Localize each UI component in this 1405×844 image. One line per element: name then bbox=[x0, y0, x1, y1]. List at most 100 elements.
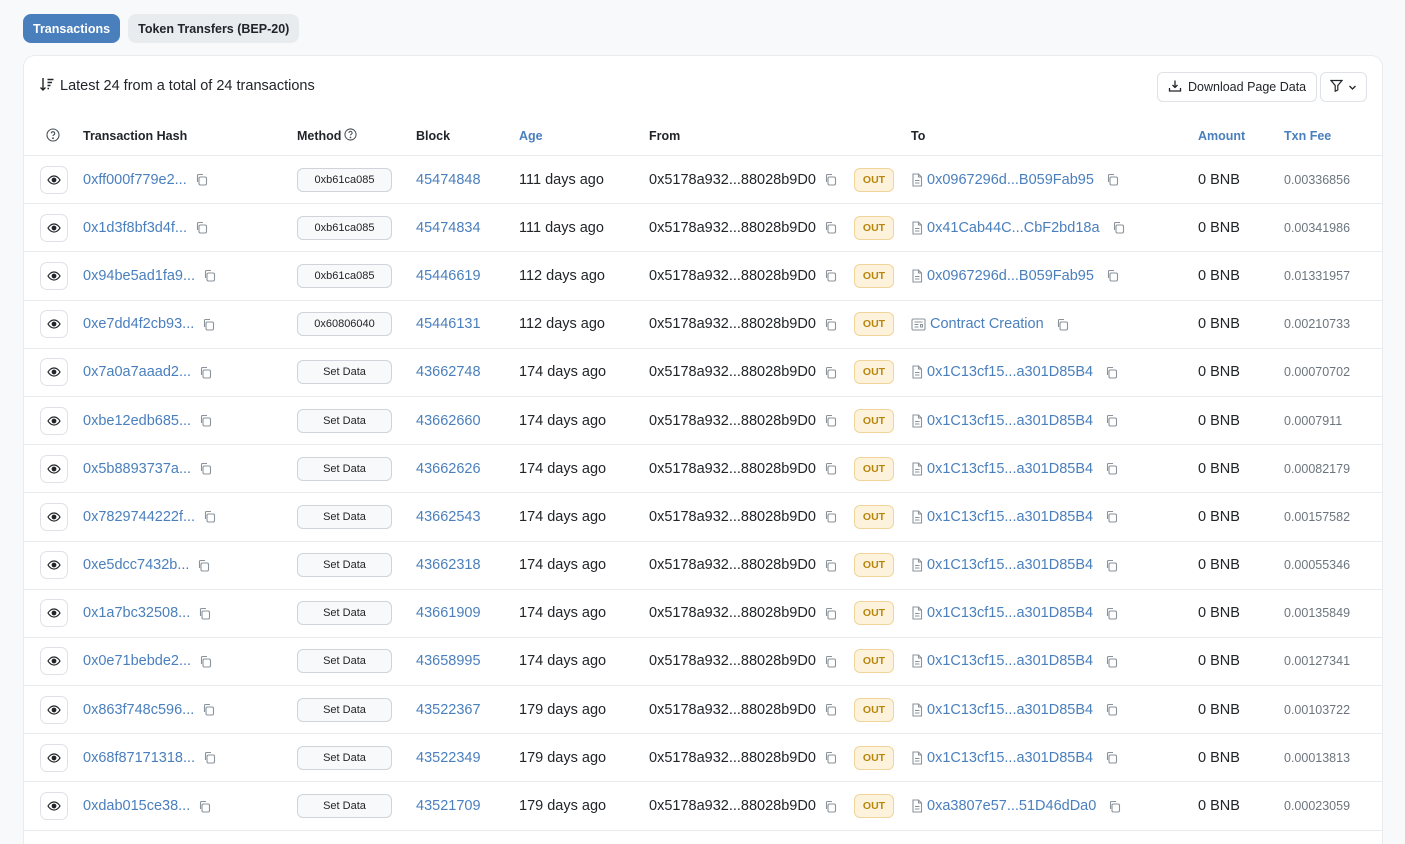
block-link[interactable]: 43521709 bbox=[416, 782, 481, 829]
tab-token-transfers[interactable]: Token Transfers (BEP-20) bbox=[128, 14, 300, 43]
block-link[interactable]: 43658995 bbox=[416, 638, 481, 685]
copy-icon[interactable] bbox=[198, 607, 211, 620]
to-address-link[interactable]: 0x0967296d...B059Fab95 bbox=[927, 172, 1094, 188]
to-address-link[interactable]: 0x1C13cf15...a301D85B4 bbox=[927, 605, 1093, 621]
col-txn-fee[interactable]: Txn Fee bbox=[1284, 129, 1331, 143]
copy-icon[interactable] bbox=[1056, 318, 1069, 331]
copy-icon[interactable] bbox=[824, 800, 837, 813]
copy-icon[interactable] bbox=[824, 655, 837, 668]
copy-icon[interactable] bbox=[1105, 607, 1118, 620]
txn-hash-link[interactable]: 0x94be5ad1fa9... bbox=[83, 268, 195, 284]
filter-dropdown-button[interactable] bbox=[1320, 72, 1367, 102]
txn-hash-link[interactable]: 0x863f748c596... bbox=[83, 702, 194, 718]
copy-icon[interactable] bbox=[199, 655, 212, 668]
copy-icon[interactable] bbox=[824, 462, 837, 475]
eye-icon[interactable] bbox=[40, 647, 68, 676]
eye-icon[interactable] bbox=[40, 743, 68, 772]
copy-icon[interactable] bbox=[203, 751, 216, 764]
txn-hash-link[interactable]: 0x68f87171318... bbox=[83, 750, 195, 766]
copy-icon[interactable] bbox=[824, 607, 837, 620]
eye-icon[interactable] bbox=[40, 695, 68, 724]
block-link[interactable]: 43662318 bbox=[416, 542, 481, 589]
txn-hash-link[interactable]: 0xbe12edb685... bbox=[83, 413, 191, 429]
to-address-link[interactable]: 0x1C13cf15...a301D85B4 bbox=[927, 557, 1093, 573]
copy-icon[interactable] bbox=[1105, 462, 1118, 475]
copy-icon[interactable] bbox=[824, 318, 837, 331]
col-age[interactable]: Age bbox=[519, 129, 543, 143]
block-link[interactable]: 43662543 bbox=[416, 493, 481, 540]
copy-icon[interactable] bbox=[195, 173, 208, 186]
txn-hash-link[interactable]: 0x7a0a7aaad2... bbox=[83, 364, 191, 380]
txn-hash-link[interactable]: 0x1a7bc32508... bbox=[83, 605, 190, 621]
block-link[interactable]: 43522367 bbox=[416, 686, 481, 733]
copy-icon[interactable] bbox=[1105, 751, 1118, 764]
download-page-data-button[interactable]: Download Page Data bbox=[1157, 72, 1318, 102]
eye-icon[interactable] bbox=[40, 454, 68, 483]
copy-icon[interactable] bbox=[197, 559, 210, 572]
copy-icon[interactable] bbox=[203, 269, 216, 283]
to-address-link[interactable]: 0x1C13cf15...a301D85B4 bbox=[927, 509, 1093, 525]
copy-icon[interactable] bbox=[824, 414, 837, 427]
method-help-icon[interactable] bbox=[344, 128, 358, 144]
copy-icon[interactable] bbox=[1106, 173, 1119, 186]
info-help-icon[interactable] bbox=[46, 128, 60, 145]
block-link[interactable]: 45474834 bbox=[416, 204, 481, 251]
txn-hash-link[interactable]: 0x0e71bebde2... bbox=[83, 653, 191, 669]
copy-icon[interactable] bbox=[824, 221, 837, 234]
txn-hash-link[interactable]: 0x7829744222f... bbox=[83, 509, 195, 525]
copy-icon[interactable] bbox=[199, 366, 212, 379]
to-address-link[interactable]: 0x1C13cf15...a301D85B4 bbox=[927, 364, 1093, 380]
eye-icon[interactable] bbox=[40, 599, 68, 628]
copy-icon[interactable] bbox=[198, 800, 211, 813]
block-link[interactable]: 45474848 bbox=[416, 156, 481, 203]
eye-icon[interactable] bbox=[40, 165, 68, 194]
eye-icon[interactable] bbox=[40, 502, 68, 531]
copy-icon[interactable] bbox=[824, 510, 837, 523]
copy-icon[interactable] bbox=[824, 703, 837, 716]
txn-hash-link[interactable]: 0xe7dd4f2cb93... bbox=[83, 316, 194, 332]
to-address-link[interactable]: 0x1C13cf15...a301D85B4 bbox=[927, 653, 1093, 669]
to-address-link[interactable]: 0x1C13cf15...a301D85B4 bbox=[927, 461, 1093, 477]
block-link[interactable]: 43662748 bbox=[416, 349, 481, 396]
block-link[interactable]: 45446619 bbox=[416, 252, 481, 299]
copy-icon[interactable] bbox=[1105, 655, 1118, 668]
copy-icon[interactable] bbox=[1105, 414, 1118, 427]
eye-icon[interactable] bbox=[40, 310, 68, 339]
block-link[interactable]: 45446131 bbox=[416, 301, 481, 348]
txn-hash-link[interactable]: 0xdab015ce38... bbox=[83, 798, 190, 814]
txn-hash-link[interactable]: 0x5b8893737a... bbox=[83, 461, 191, 477]
copy-icon[interactable] bbox=[203, 510, 216, 523]
to-address-link[interactable]: 0x41Cab44C...CbF2bd18a bbox=[927, 220, 1100, 236]
eye-icon[interactable] bbox=[40, 551, 68, 580]
eye-icon[interactable] bbox=[40, 261, 68, 290]
tab-transactions[interactable]: Transactions bbox=[23, 14, 121, 43]
to-address-link[interactable]: 0x1C13cf15...a301D85B4 bbox=[927, 750, 1093, 766]
block-link[interactable]: 43522349 bbox=[416, 734, 481, 781]
col-amount[interactable]: Amount bbox=[1198, 129, 1245, 143]
block-link[interactable]: 43662626 bbox=[416, 445, 481, 492]
to-address-link[interactable]: 0x1C13cf15...a301D85B4 bbox=[927, 702, 1093, 718]
txn-hash-link[interactable]: 0xe5dcc7432b... bbox=[83, 557, 189, 573]
copy-icon[interactable] bbox=[195, 221, 208, 234]
to-address-link[interactable]: 0x0967296d...B059Fab95 bbox=[927, 268, 1094, 284]
to-address-link[interactable]: 0x1C13cf15...a301D85B4 bbox=[927, 413, 1093, 429]
eye-icon[interactable] bbox=[40, 358, 68, 387]
copy-icon[interactable] bbox=[824, 173, 837, 186]
copy-icon[interactable] bbox=[1112, 221, 1125, 234]
copy-icon[interactable] bbox=[199, 462, 212, 475]
eye-icon[interactable] bbox=[40, 213, 68, 242]
block-link[interactable]: 43661909 bbox=[416, 590, 481, 637]
txn-hash-link[interactable]: 0xff000f779e2... bbox=[83, 172, 187, 188]
copy-icon[interactable] bbox=[1105, 366, 1118, 379]
copy-icon[interactable] bbox=[1105, 510, 1118, 523]
copy-icon[interactable] bbox=[824, 269, 837, 283]
txn-hash-link[interactable]: 0x1d3f8bf3d4f... bbox=[83, 220, 187, 236]
eye-icon[interactable] bbox=[40, 406, 68, 435]
copy-icon[interactable] bbox=[1105, 559, 1118, 572]
copy-icon[interactable] bbox=[202, 318, 215, 331]
eye-icon[interactable] bbox=[40, 792, 68, 821]
copy-icon[interactable] bbox=[824, 366, 837, 379]
copy-icon[interactable] bbox=[199, 414, 212, 427]
copy-icon[interactable] bbox=[1106, 269, 1119, 283]
copy-icon[interactable] bbox=[1108, 800, 1121, 813]
